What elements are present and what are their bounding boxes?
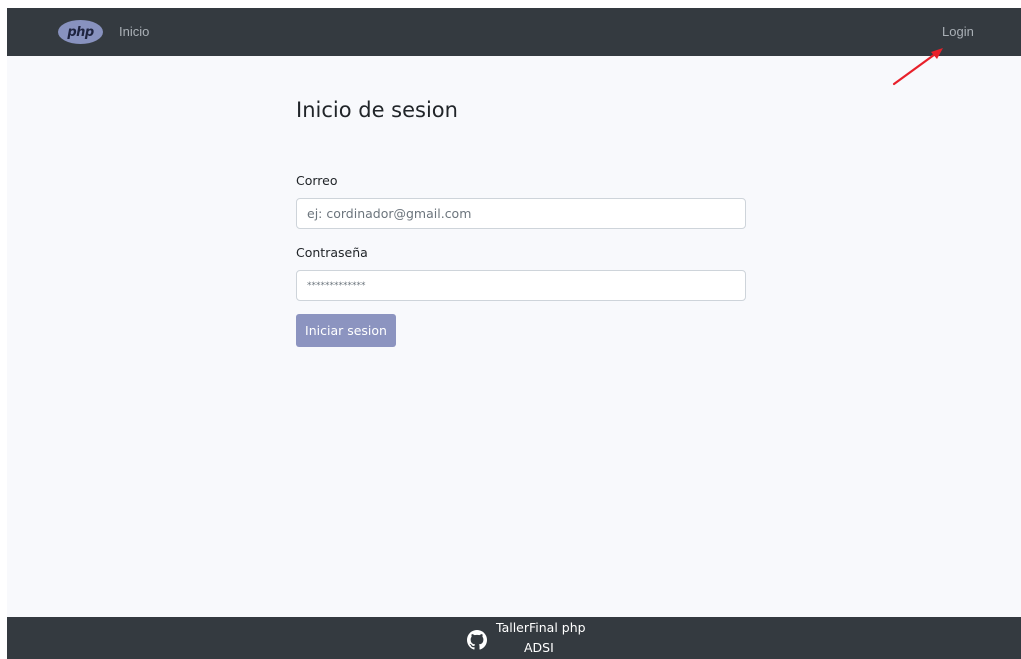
annotation-arrow-icon — [892, 48, 943, 86]
php-logo[interactable]: php — [58, 20, 103, 44]
footer: TallerFinal php ADSI — [7, 617, 1021, 659]
footer-subtitle: ADSI — [524, 640, 554, 655]
php-logo-text: php — [67, 24, 94, 40]
footer-title: TallerFinal php — [496, 620, 586, 635]
login-submit-button[interactable]: Iniciar sesion — [296, 314, 396, 347]
top-navbar: php Inicio Login — [7, 8, 1021, 56]
password-field[interactable] — [296, 270, 746, 301]
nav-link-login[interactable]: Login — [942, 24, 974, 39]
password-label: Contraseña — [296, 245, 368, 260]
email-label: Correo — [296, 173, 338, 188]
email-field[interactable] — [296, 198, 746, 229]
page-title: Inicio de sesion — [296, 98, 458, 122]
github-icon[interactable] — [467, 630, 487, 650]
app-window: php Inicio Login Inicio de sesion Correo… — [7, 8, 1021, 659]
nav-link-inicio[interactable]: Inicio — [119, 24, 149, 39]
